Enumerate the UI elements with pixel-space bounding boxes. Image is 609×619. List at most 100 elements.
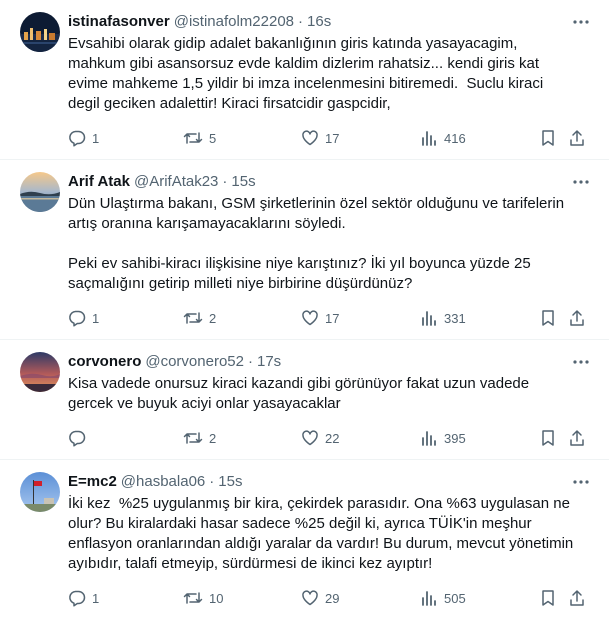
reply-icon (69, 130, 86, 147)
avatar[interactable] (20, 352, 60, 392)
like-button[interactable]: 17 (301, 128, 339, 148)
action-bar: 2 22 395 (68, 418, 593, 458)
separator-dot: · (222, 173, 228, 190)
tweet[interactable]: corvonero @corvonero52 · 17s Kisa vadede… (0, 340, 609, 460)
retweet-button[interactable]: 2 (183, 428, 216, 448)
tweet[interactable]: E=mc2 @hasbala06 · 15s İki kez %25 uygul… (0, 460, 609, 619)
author-handle[interactable]: @hasbala06 (121, 472, 205, 492)
separator-dot: · (298, 13, 304, 30)
retweet-icon (183, 312, 203, 324)
timestamp[interactable]: 16s (307, 12, 331, 32)
share-icon (570, 430, 584, 446)
more-options-icon[interactable] (571, 172, 591, 192)
retweet-icon (183, 592, 203, 604)
view-count: 416 (444, 130, 466, 146)
author-handle[interactable]: @corvonero52 (145, 352, 244, 372)
more-options-icon[interactable] (571, 12, 591, 32)
reply-count: 1 (92, 590, 100, 606)
bookmark-button[interactable] (539, 588, 557, 608)
like-button[interactable]: 17 (301, 308, 339, 328)
bookmark-button[interactable] (539, 308, 557, 328)
like-button[interactable]: 29 (301, 588, 339, 608)
like-count: 29 (325, 590, 340, 606)
tweet[interactable]: istinafasonver @istinafolm22208 · 16s Ev… (0, 0, 609, 160)
like-count: 17 (325, 310, 340, 326)
author-name[interactable]: E=mc2 (68, 472, 117, 492)
timestamp[interactable]: 17s (257, 352, 281, 372)
author-name[interactable]: istinafasonver (68, 12, 170, 32)
share-icon (570, 310, 584, 326)
reply-icon (69, 590, 86, 607)
like-count: 17 (325, 130, 340, 146)
author-handle[interactable]: @istinafolm22208 (174, 12, 294, 32)
views-button[interactable]: 331 (420, 308, 466, 328)
tweet-text: İki kez %25 uygulanmış bir kira, çekirde… (68, 495, 574, 572)
retweet-count: 2 (209, 310, 217, 326)
tweet-text: Evsahibi olarak gidip adalet bakanlığını… (68, 35, 544, 112)
reply-button[interactable] (68, 428, 92, 448)
views-button[interactable]: 395 (420, 428, 466, 448)
bookmark-icon (542, 130, 554, 146)
bookmark-button[interactable] (539, 428, 557, 448)
like-button[interactable]: 22 (301, 428, 339, 448)
more-options-icon[interactable] (571, 352, 591, 372)
author-handle[interactable]: @ArifAtak23 (134, 172, 218, 192)
share-button[interactable] (568, 428, 586, 448)
heart-icon (302, 590, 318, 606)
view-count: 505 (444, 590, 466, 606)
timestamp[interactable]: 15s (231, 172, 255, 192)
action-bar: 1 2 17 331 (68, 298, 593, 338)
retweet-button[interactable]: 2 (183, 308, 216, 328)
retweet-button[interactable]: 5 (183, 128, 216, 148)
reply-icon (69, 310, 86, 327)
heart-icon (302, 430, 318, 446)
bookmark-button[interactable] (539, 128, 557, 148)
view-count: 331 (444, 310, 466, 326)
retweet-count: 2 (209, 430, 217, 446)
tweet[interactable]: Arif Atak @ArifAtak23 · 15s Dün Ulaştırm… (0, 160, 609, 340)
author-name[interactable]: Arif Atak (68, 172, 130, 192)
retweet-count: 10 (209, 590, 224, 606)
bookmark-icon (542, 430, 554, 446)
avatar[interactable] (20, 172, 60, 212)
reply-button[interactable]: 1 (68, 128, 99, 148)
action-bar: 1 5 17 416 (68, 118, 593, 158)
separator-dot: · (209, 473, 215, 490)
bookmark-icon (542, 590, 554, 606)
like-count: 22 (325, 430, 340, 446)
tweet-text: Dün Ulaştırma bakanı, GSM şirketlerinin … (68, 195, 565, 292)
share-button[interactable] (568, 128, 586, 148)
analytics-icon (422, 131, 436, 146)
bookmark-icon (542, 310, 554, 326)
retweet-count: 5 (209, 130, 217, 146)
avatar[interactable] (20, 12, 60, 52)
retweet-icon (183, 432, 203, 444)
heart-icon (302, 130, 318, 146)
share-icon (570, 130, 584, 146)
views-button[interactable]: 416 (420, 128, 466, 148)
share-icon (570, 590, 584, 606)
retweet-icon (183, 132, 203, 144)
reply-icon (69, 430, 86, 447)
tweet-text: Kisa vadede onursuz kiraci kazandi gibi … (68, 375, 530, 412)
heart-icon (302, 310, 318, 326)
analytics-icon (422, 431, 436, 446)
view-count: 395 (444, 430, 466, 446)
timeline: istinafasonver @istinafolm22208 · 16s Ev… (0, 0, 609, 619)
views-button[interactable]: 505 (420, 588, 466, 608)
retweet-button[interactable]: 10 (183, 588, 223, 608)
action-bar: 1 10 29 505 (68, 578, 593, 618)
more-options-icon[interactable] (571, 472, 591, 492)
share-button[interactable] (568, 588, 586, 608)
reply-button[interactable]: 1 (68, 308, 99, 328)
analytics-icon (422, 591, 436, 606)
avatar[interactable] (20, 472, 60, 512)
analytics-icon (422, 311, 436, 326)
reply-count: 1 (92, 310, 100, 326)
author-name[interactable]: corvonero (68, 352, 141, 372)
reply-button[interactable]: 1 (68, 588, 99, 608)
timestamp[interactable]: 15s (218, 472, 242, 492)
reply-count: 1 (92, 130, 100, 146)
separator-dot: · (247, 353, 253, 370)
share-button[interactable] (568, 308, 586, 328)
